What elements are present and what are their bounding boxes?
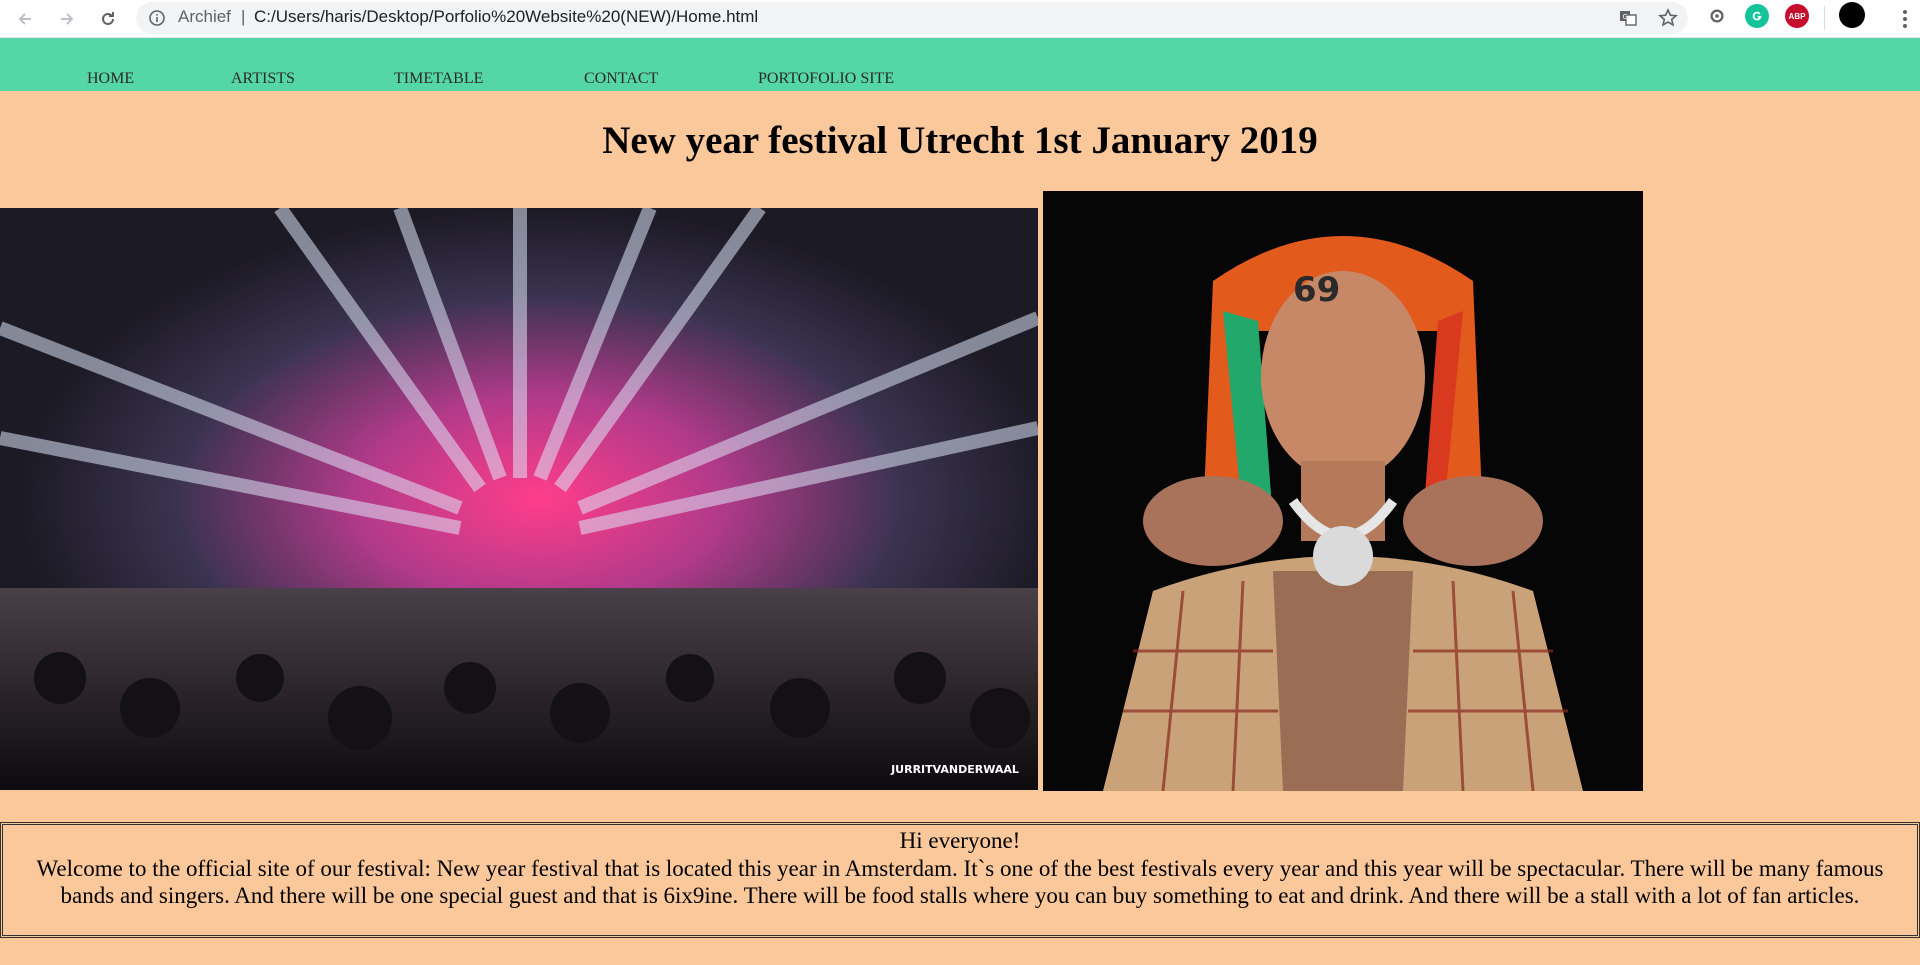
- nav-timetable-link[interactable]: TIMETABLE: [394, 70, 483, 88]
- profile-avatar[interactable]: [1839, 2, 1865, 28]
- artist-6ix9ine-image: 69: [1043, 191, 1643, 791]
- forward-button[interactable]: [52, 4, 82, 34]
- nav-artists-link[interactable]: ARTISTS: [231, 70, 295, 88]
- watermark-text: JURRITVANDERWAAL: [890, 763, 1019, 776]
- menu-icon[interactable]: [1895, 6, 1915, 32]
- site-navigation: HOME ARTISTS TIMETABLE CONTACT PORTOFOLI…: [0, 38, 1920, 91]
- address-bar[interactable]: Archief | C:/Users/haris/Desktop/Porfoli…: [136, 2, 1688, 34]
- forehead-tattoo-text: 69: [1293, 270, 1340, 310]
- reload-button[interactable]: [93, 4, 123, 34]
- reload-icon: [102, 12, 114, 25]
- extension-icon[interactable]: [1705, 4, 1729, 28]
- address-separator: |: [241, 7, 246, 26]
- toolbar-divider: [1824, 6, 1825, 30]
- nav-contact-link[interactable]: CONTACT: [584, 70, 658, 88]
- info-icon[interactable]: [148, 9, 166, 27]
- site-chip: Archief: [178, 7, 231, 26]
- welcome-greeting: Hi everyone!: [899, 828, 1021, 853]
- welcome-message-box: Hi everyone! Welcome to the official sit…: [0, 822, 1920, 938]
- festival-crowd-image: JURRITVANDERWAAL: [0, 208, 1038, 790]
- nav-portfolio-site-link[interactable]: PORTOFOLIO SITE: [758, 70, 894, 88]
- svg-text:G: G: [1623, 13, 1628, 21]
- translate-icon[interactable]: G: [1618, 8, 1638, 28]
- adblock-plus-icon[interactable]: ABP: [1785, 4, 1809, 28]
- forward-arrow-icon: [61, 13, 74, 25]
- grammarly-icon[interactable]: [1745, 4, 1769, 28]
- url-text[interactable]: C:/Users/haris/Desktop/Porfolio%20Websit…: [254, 7, 758, 27]
- browser-toolbar: Archief | C:/Users/haris/Desktop/Porfoli…: [0, 0, 1920, 38]
- star-icon[interactable]: [1658, 8, 1678, 28]
- back-arrow-icon: [18, 13, 31, 25]
- nav-home-link[interactable]: HOME: [87, 70, 134, 88]
- welcome-body-text: Welcome to the official site of our fest…: [36, 855, 1884, 909]
- back-button[interactable]: [10, 4, 40, 34]
- page-title: New year festival Utrecht 1st January 20…: [602, 119, 1318, 162]
